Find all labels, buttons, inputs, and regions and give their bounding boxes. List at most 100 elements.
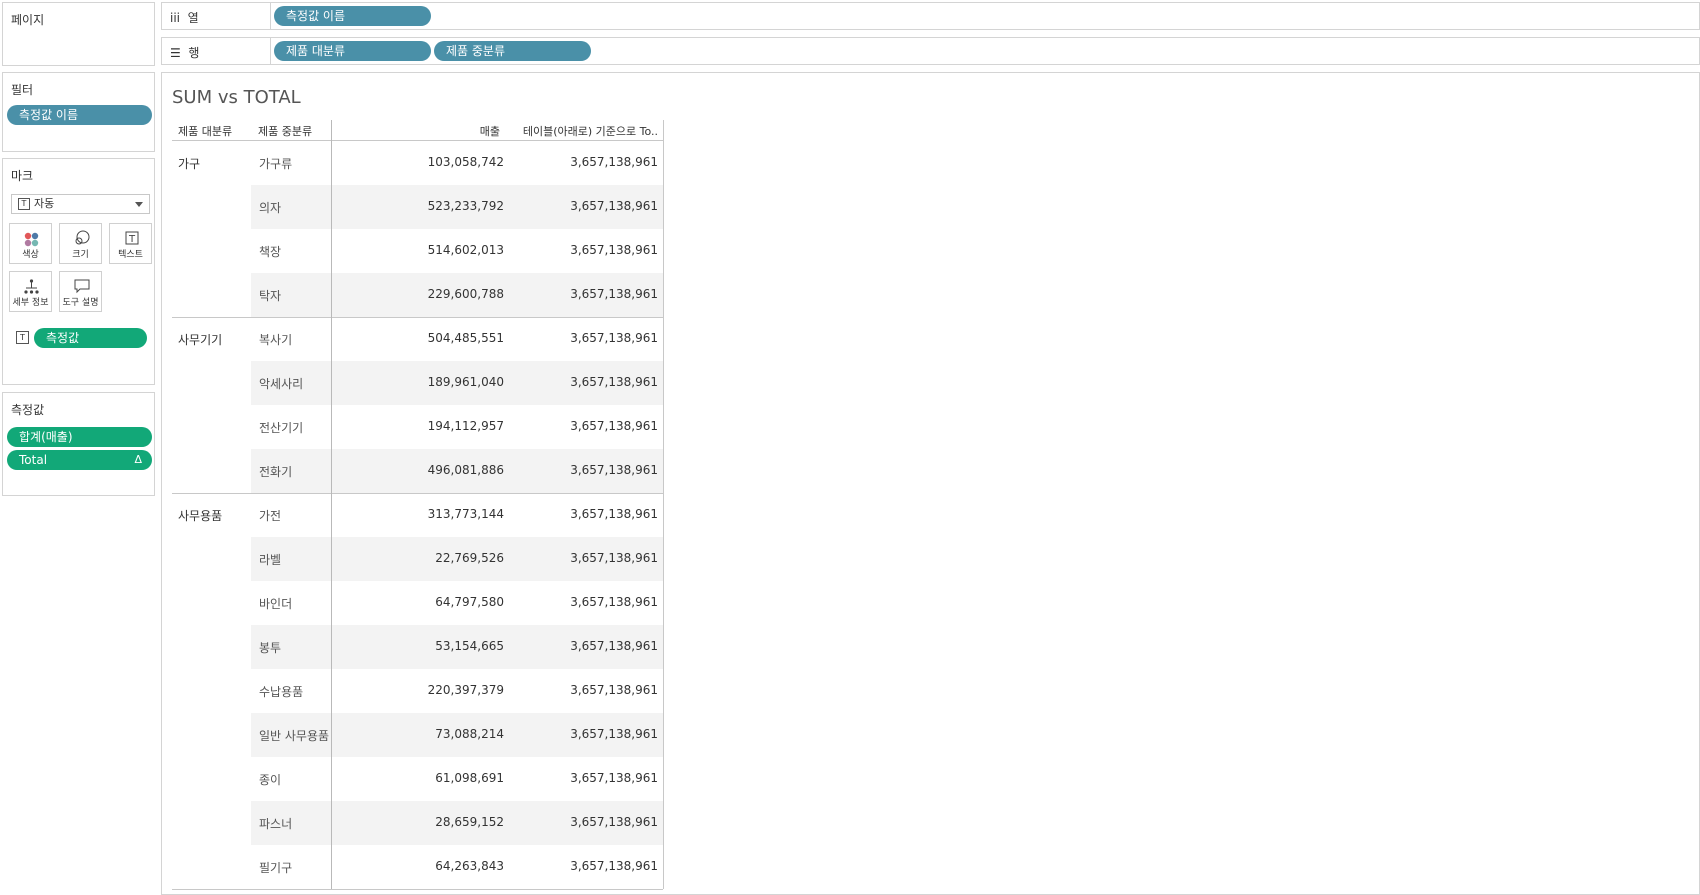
subcategory-cell: 종이: [259, 773, 282, 787]
measure-pill-sum-sales[interactable]: 합계(매출): [7, 427, 152, 447]
sales-cell: 504,485,551: [427, 331, 504, 345]
size-button[interactable]: 크기: [59, 223, 102, 264]
group-label[interactable]: 사무용품: [178, 507, 222, 524]
table-row[interactable]: 악세사리 189,961,040 3,657,138,961: [251, 361, 663, 405]
total-cell: 3,657,138,961: [570, 375, 658, 389]
marks-text-pill[interactable]: 측정값: [34, 328, 147, 348]
rows-icon: ☰: [170, 46, 181, 60]
table-row[interactable]: 일반 사무용품 73,088,214 3,657,138,961: [251, 713, 663, 757]
pane-divider: [331, 120, 332, 889]
subcategory-cell: 전산기기: [259, 421, 304, 435]
rows-shelf-label: ☰ 행: [170, 46, 200, 60]
sales-cell: 28,659,152: [435, 815, 504, 829]
mark-type-value: 자동: [34, 197, 55, 210]
sales-cell: 496,081,886: [427, 463, 504, 477]
header-subcategory[interactable]: 제품 중분류: [258, 123, 312, 139]
total-cell: 3,657,138,961: [570, 463, 658, 477]
subcategory-cell: 필기구: [259, 861, 293, 875]
header-category[interactable]: 제품 대분류: [178, 123, 232, 139]
filter-pill-measure-names[interactable]: 측정값 이름: [7, 105, 152, 125]
subcategory-cell: 봉투: [259, 641, 282, 655]
table-row[interactable]: 가구류 103,058,742 3,657,138,961: [251, 141, 663, 185]
table-row[interactable]: 봉투 53,154,665 3,657,138,961: [251, 625, 663, 669]
sales-cell: 514,602,013: [427, 243, 504, 257]
total-cell: 3,657,138,961: [570, 155, 658, 169]
measure-pill-total-label: Total: [19, 453, 48, 467]
color-label: 색상: [22, 250, 39, 260]
measures-card: 측정값 합계(매출) Total Δ: [2, 392, 155, 496]
sales-cell: 73,088,214: [435, 727, 504, 741]
shelf-divider: [270, 3, 271, 29]
subcategory-cell: 일반 사무용품: [259, 729, 330, 743]
total-cell: 3,657,138,961: [570, 199, 658, 213]
table-row[interactable]: 전화기 496,081,886 3,657,138,961: [251, 449, 663, 493]
header-total[interactable]: 테이블(아래로) 기준으로 To..: [523, 123, 658, 139]
group-label[interactable]: 사무기기: [178, 331, 222, 348]
pages-title: 페이지: [11, 13, 45, 27]
subcategory-cell: 파스너: [259, 817, 293, 831]
chevron-down-icon: [135, 202, 143, 207]
detail-button[interactable]: 세부 정보: [9, 271, 52, 312]
total-cell: 3,657,138,961: [570, 287, 658, 301]
total-cell: 3,657,138,961: [570, 507, 658, 521]
text-mark-icon: T: [16, 331, 29, 344]
subcategory-cell: 악세사리: [259, 377, 304, 391]
subcategory-cell: 책장: [259, 245, 282, 259]
measure-pill-total[interactable]: Total Δ: [7, 450, 152, 470]
subcategory-cell: 라벨: [259, 553, 282, 567]
table-right-border: [663, 120, 664, 889]
table-row[interactable]: 파스너 28,659,152 3,657,138,961: [251, 801, 663, 845]
subcategory-cell: 가구류: [259, 157, 293, 171]
total-cell: 3,657,138,961: [570, 639, 658, 653]
filters-card: 필터 측정값 이름: [2, 72, 155, 152]
total-cell: 3,657,138,961: [570, 859, 658, 873]
mark-type-dropdown[interactable]: T 자동: [11, 194, 150, 214]
sales-cell: 64,263,843: [435, 859, 504, 873]
filters-title: 필터: [11, 83, 34, 97]
table-row[interactable]: 복사기 504,485,551 3,657,138,961: [251, 317, 663, 361]
text-button[interactable]: T 텍스트: [109, 223, 152, 264]
total-cell: 3,657,138,961: [570, 551, 658, 565]
total-cell: 3,657,138,961: [570, 331, 658, 345]
table-row[interactable]: 의자 523,233,792 3,657,138,961: [251, 185, 663, 229]
total-cell: 3,657,138,961: [570, 595, 658, 609]
subcategory-cell: 수납용품: [259, 685, 304, 699]
header-sales[interactable]: 매출: [480, 123, 500, 139]
sales-cell: 64,797,580: [435, 595, 504, 609]
text-label: 텍스트: [118, 250, 143, 260]
table-row[interactable]: 필기구 64,263,843 3,657,138,961: [251, 845, 663, 889]
columns-shelf: iii 열 측정값 이름: [161, 2, 1700, 30]
sales-cell: 22,769,526: [435, 551, 504, 565]
size-icon: [75, 230, 90, 245]
group-label[interactable]: 가구: [178, 155, 200, 172]
table-row[interactable]: 라벨 22,769,526 3,657,138,961: [251, 537, 663, 581]
sales-cell: 229,600,788: [427, 287, 504, 301]
subcategory-cell: 바인더: [259, 597, 293, 611]
color-button[interactable]: 색상: [9, 223, 52, 264]
total-cell: 3,657,138,961: [570, 727, 658, 741]
table-row[interactable]: 종이 61,098,691 3,657,138,961: [251, 757, 663, 801]
sales-cell: 189,961,040: [427, 375, 504, 389]
color-icon: [24, 232, 39, 247]
tooltip-button[interactable]: 도구 설명: [59, 271, 102, 312]
marks-card: 마크 T 자동 색상 크기 T 텍스트 세부 정보 도구 설명 T 측정값: [2, 158, 155, 385]
sales-cell: 103,058,742: [427, 155, 504, 169]
sales-cell: 220,397,379: [427, 683, 504, 697]
columns-icon: iii: [170, 11, 181, 25]
table-row[interactable]: 가전 313,773,144 3,657,138,961: [251, 493, 663, 537]
table-row[interactable]: 탁자 229,600,788 3,657,138,961: [251, 273, 663, 317]
table-row[interactable]: 책장 514,602,013 3,657,138,961: [251, 229, 663, 273]
table-row[interactable]: 전산기기 194,112,957 3,657,138,961: [251, 405, 663, 449]
table-row[interactable]: 바인더 64,797,580 3,657,138,961: [251, 581, 663, 625]
rows-pill-category[interactable]: 제품 대분류: [274, 41, 431, 61]
shelf-divider: [270, 38, 271, 64]
table-row[interactable]: 수납용품 220,397,379 3,657,138,961: [251, 669, 663, 713]
rows-pill-subcategory[interactable]: 제품 중분류: [434, 41, 591, 61]
svg-text:T: T: [128, 234, 136, 245]
sales-cell: 194,112,957: [427, 419, 504, 433]
subcategory-cell: 복사기: [259, 333, 293, 347]
total-cell: 3,657,138,961: [570, 771, 658, 785]
columns-pill-measure-names[interactable]: 측정값 이름: [274, 6, 431, 26]
table-bottom-border: [172, 889, 663, 890]
text-icon: T: [125, 231, 139, 245]
